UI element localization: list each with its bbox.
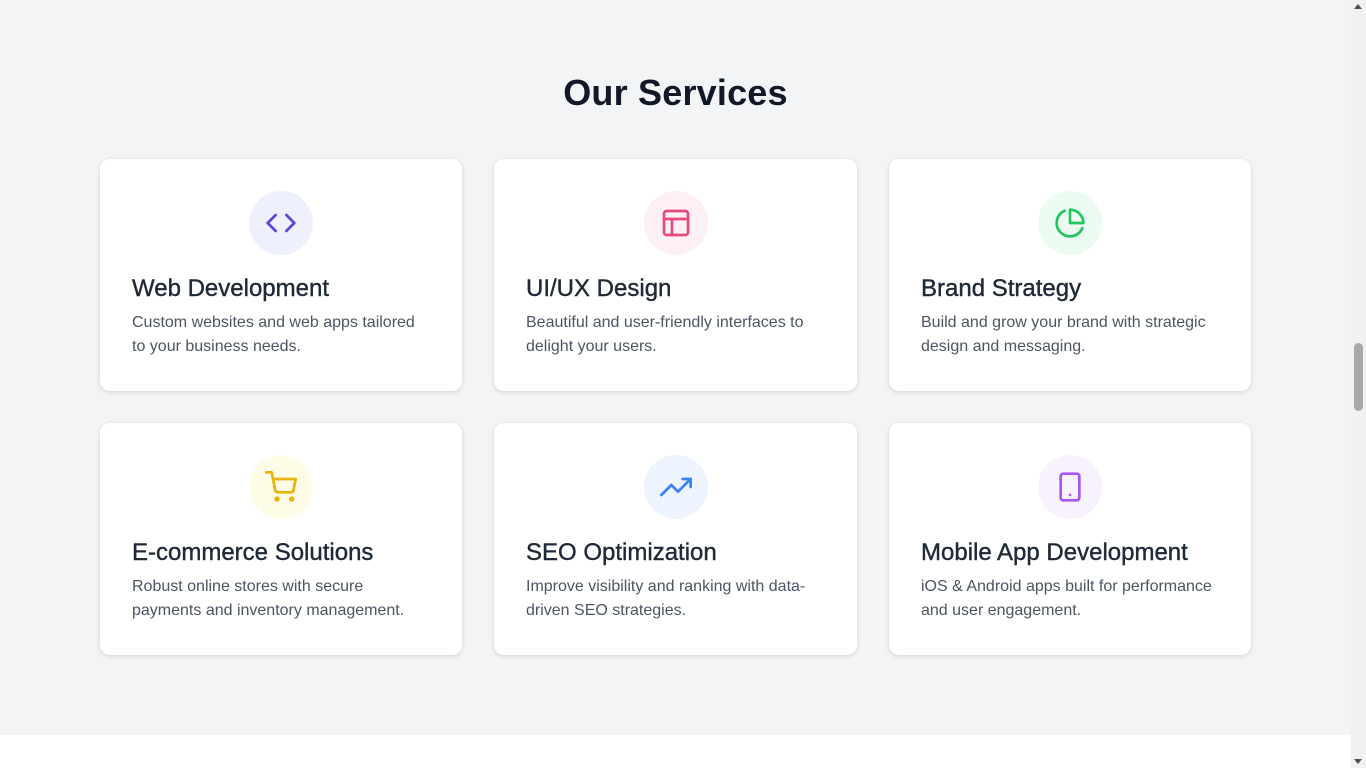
card-title: Web Development [132,275,329,302]
card-title: E-commerce Solutions [132,539,374,566]
service-card-mobile-app-development[interactable]: Mobile App Development iOS & Android app… [889,423,1251,655]
card-description: Beautiful and user-friendly interfaces t… [526,314,804,355]
page: Our Services Web Development Custom webs… [0,0,1351,768]
card-description: Build and grow your brand with strategic… [921,314,1206,355]
shopping-cart-icon [249,455,313,519]
scroll-down-arrow-icon[interactable] [1354,759,1362,764]
vertical-scrollbar[interactable] [1351,0,1366,768]
card-description: Robust online stores with secure payment… [132,578,405,619]
services-grid: Web Development Custom websites and web … [100,159,1251,655]
tablet-icon [1038,455,1102,519]
scrollbar-thumb[interactable] [1354,343,1363,411]
pie-chart-icon [1038,191,1102,255]
section-title: Our Services [563,72,788,113]
trending-up-icon [643,455,708,519]
service-card-ecommerce-solutions[interactable]: E-commerce Solutions Robust online store… [100,423,462,655]
service-card-brand-strategy[interactable]: Brand Strategy Build and grow your brand… [889,159,1251,391]
card-title: Brand Strategy [921,275,1082,302]
card-description: Custom websites and web apps tailored to… [132,314,415,355]
code-icon [249,191,313,255]
card-title: SEO Optimization [526,539,717,566]
card-title: UI/UX Design [526,275,672,302]
service-card-seo-optimization[interactable]: SEO Optimization Improve visibility and … [494,423,857,655]
layout-icon [643,191,708,255]
card-description: Improve visibility and ranking with data… [526,578,806,619]
card-description: iOS & Android apps built for performance… [921,578,1212,619]
scroll-up-arrow-icon[interactable] [1354,4,1362,9]
service-card-ui-ux-design[interactable]: UI/UX Design Beautiful and user-friendly… [494,159,857,391]
service-card-web-development[interactable]: Web Development Custom websites and web … [100,159,462,391]
next-section [0,735,1351,768]
card-title: Mobile App Development [921,539,1188,566]
